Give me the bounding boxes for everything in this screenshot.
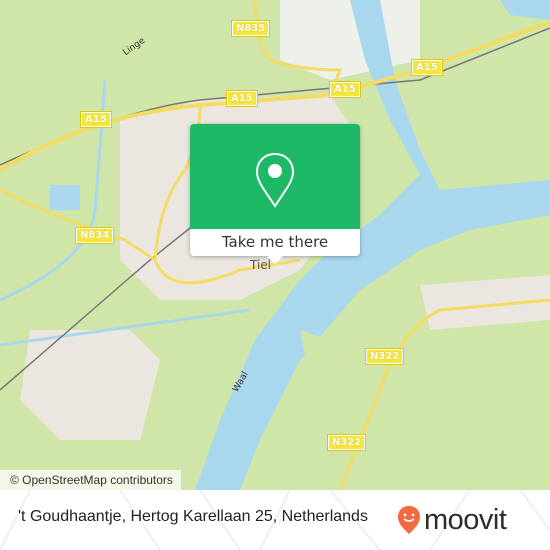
road-shield-n835: N835 — [230, 20, 271, 37]
popup-pointer — [265, 254, 285, 264]
road-shield-a15: A15 — [80, 111, 112, 128]
map-view[interactable]: N835 A15 A15 A15 A15 N834 N322 N322 Ling… — [0, 0, 550, 490]
map-pin-icon — [255, 152, 295, 208]
location-popup: Take me there — [190, 124, 360, 264]
road-shield-a15: A15 — [329, 81, 361, 98]
map-attribution[interactable]: © OpenStreetMap contributors — [0, 470, 181, 490]
take-me-there-button[interactable]: Take me there — [190, 229, 360, 256]
moovit-wordmark: moovit — [424, 503, 507, 536]
location-address: 't Goudhaantje, Hertog Karellaan 25, Net… — [18, 508, 368, 525]
road-shield-n322: N322 — [326, 434, 367, 451]
footer-bar: 't Goudhaantje, Hertog Karellaan 25, Net… — [0, 490, 550, 550]
road-shield-a15: A15 — [411, 59, 443, 76]
popup-header — [190, 124, 360, 229]
road-shield-n834: N834 — [74, 227, 115, 244]
moovit-pin-icon — [398, 506, 420, 534]
road-shield-a15: A15 — [226, 90, 258, 107]
moovit-logo[interactable]: moovit — [397, 502, 507, 538]
road-shield-n322: N322 — [364, 348, 405, 365]
